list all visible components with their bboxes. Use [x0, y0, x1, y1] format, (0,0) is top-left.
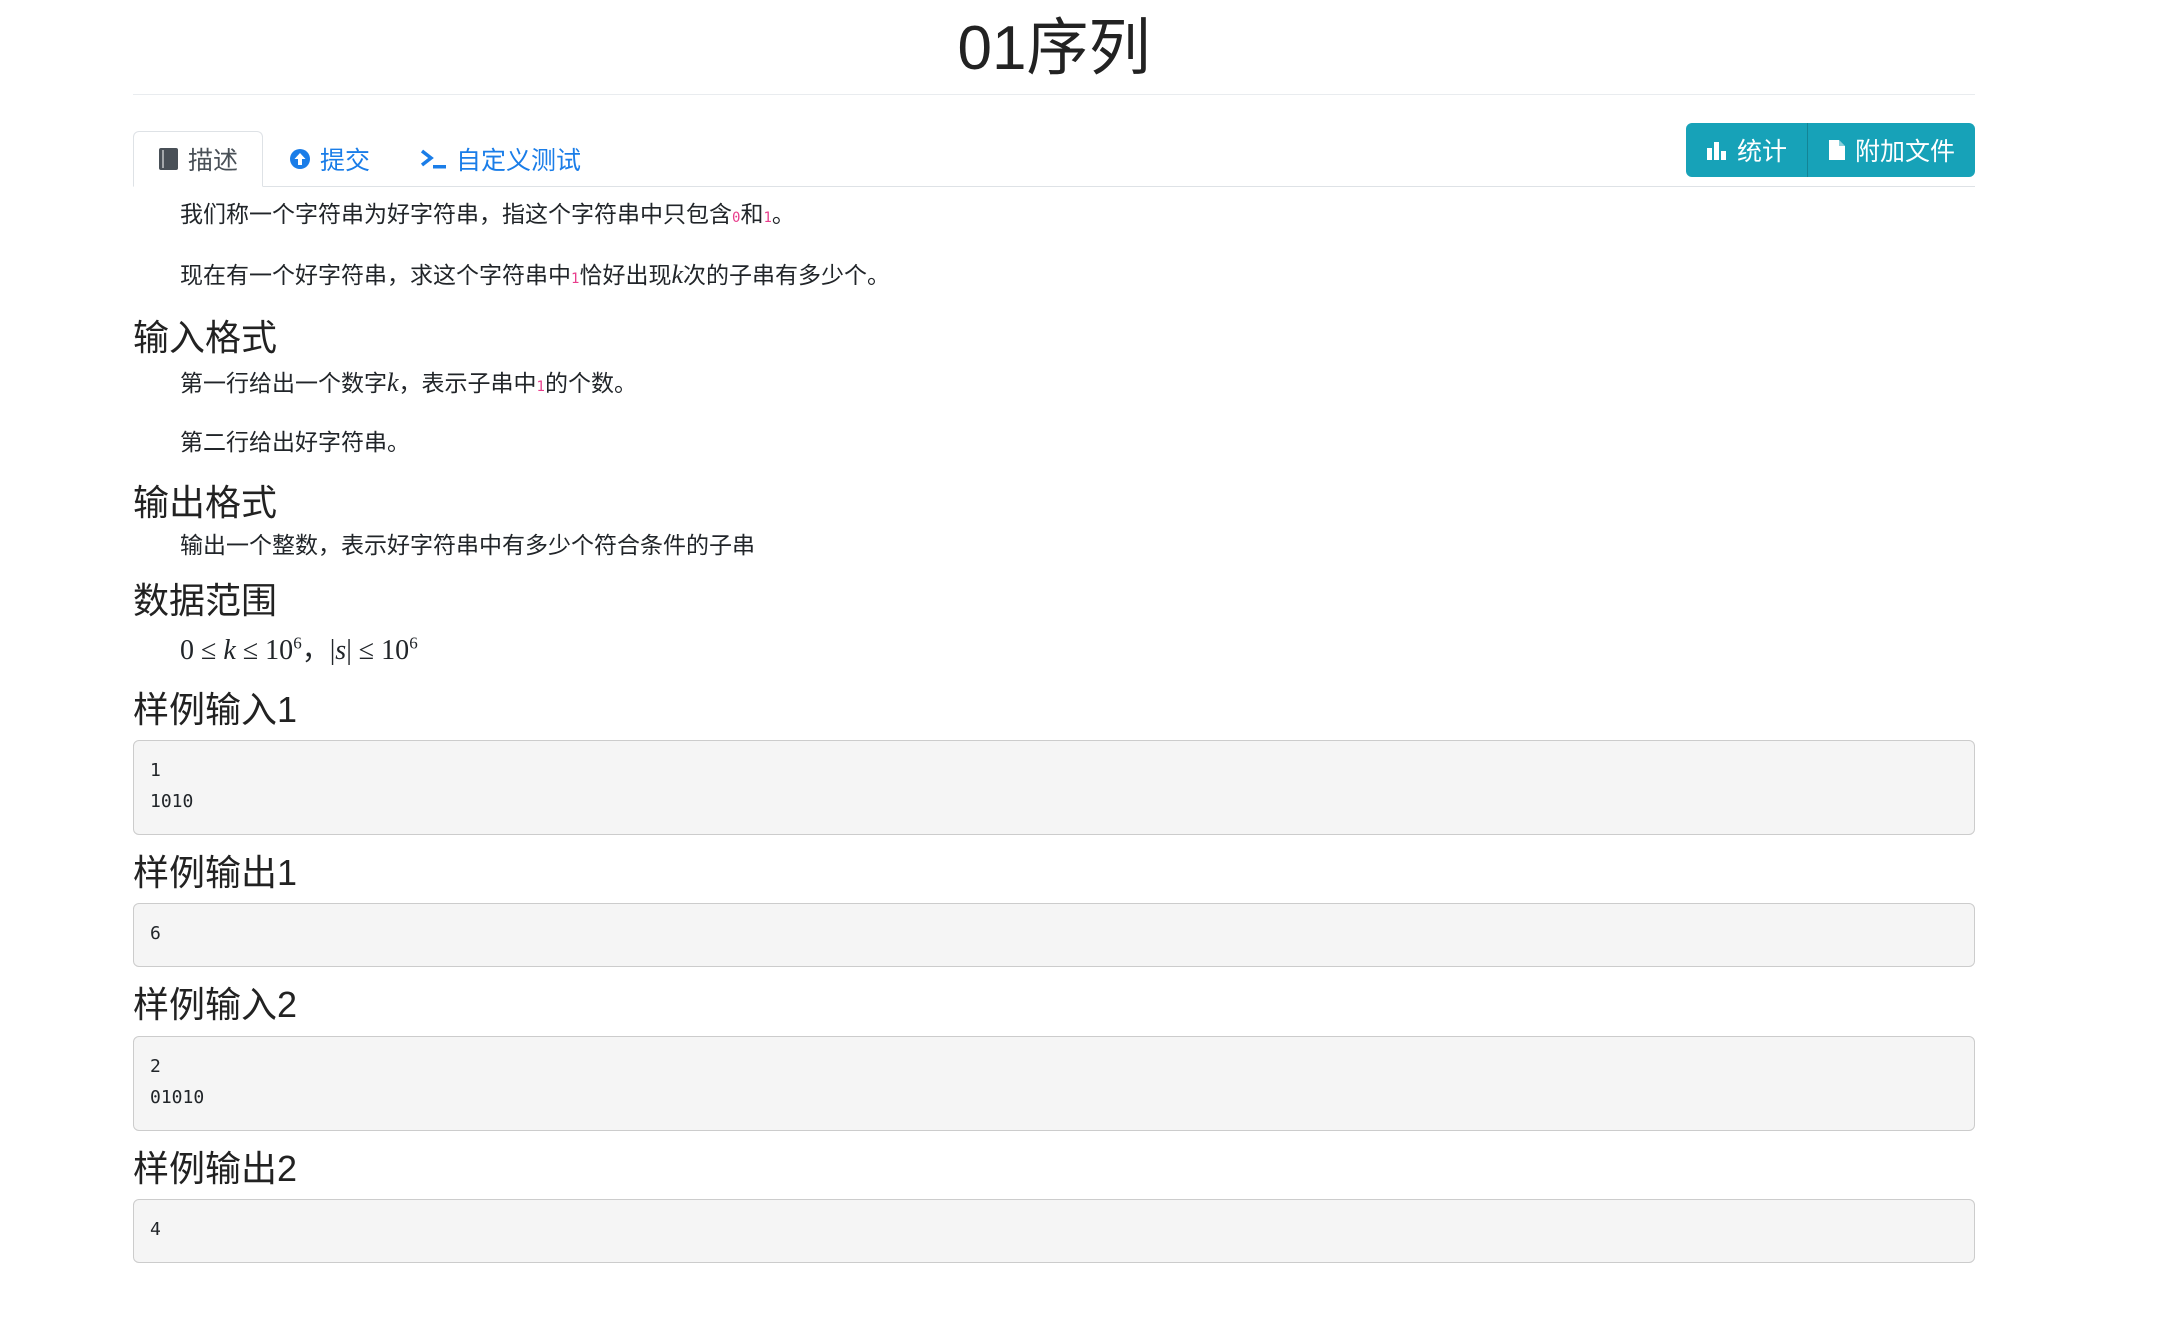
description-paragraph-2: 现在有一个好字符串，求这个字符串中1恰好出现k次的子串有多少个。: [180, 259, 890, 289]
file-icon: [1828, 139, 1846, 161]
sample-input-1-heading: 样例输入1: [133, 689, 298, 731]
tab-label: 自定义测试: [456, 147, 582, 175]
page-title: 01序列: [957, 14, 1151, 83]
math-variable: k: [671, 259, 683, 289]
sample-output-1-heading: 样例输出1: [133, 852, 298, 894]
terminal-icon: [420, 148, 448, 170]
inline-code: 1: [763, 210, 772, 226]
sample-output-2-block: 4: [133, 1198, 1975, 1263]
title-divider: [133, 94, 1975, 95]
input-format-paragraph-2: 第二行给出好字符串。: [180, 428, 410, 455]
tab-label: 提交: [320, 147, 371, 175]
tab-description[interactable]: 描述: [133, 131, 264, 187]
input-format-paragraph-1: 第一行给出一个数字k，表示子串中1的个数。: [180, 367, 637, 397]
book-icon: [158, 147, 180, 171]
sample-output-1-block: 6: [133, 903, 1975, 968]
problem-container: 01序列 描述 提交 自定义测试 统计 附加文件 我们称一个字符串为好字符串，指…: [133, 0, 1975, 1263]
bar-chart-icon: [1706, 140, 1728, 160]
output-format-paragraph: 输出一个整数，表示好字符串中有多少个符合条件的子串: [180, 532, 755, 559]
math-variable: k: [387, 367, 399, 397]
constraints-heading: 数据范围: [133, 579, 278, 621]
statistics-button[interactable]: 统计: [1685, 123, 1808, 177]
action-button-group: 统计 附加文件: [1685, 123, 1975, 177]
tab-label: 描述: [188, 147, 239, 175]
tab-custom-test[interactable]: 自定义测试: [395, 131, 606, 187]
attachments-button[interactable]: 附加文件: [1807, 123, 1975, 177]
statistics-label: 统计: [1736, 138, 1787, 166]
tab-submit[interactable]: 提交: [263, 131, 395, 187]
tab-bar: 描述 提交 自定义测试 统计 附加文件: [133, 123, 1975, 187]
input-format-heading: 输入格式: [133, 316, 278, 358]
description-paragraph-1: 我们称一个字符串为好字符串，指这个字符串中只包含0和1。: [180, 201, 795, 227]
attachments-label: 附加文件: [1854, 138, 1955, 166]
constraints-formula: 0 ≤ k ≤ 106，|s| ≤ 106: [180, 633, 418, 667]
output-format-heading: 输出格式: [133, 482, 278, 524]
sample-input-2-heading: 样例输入2: [133, 984, 298, 1026]
sample-input-1-block: 1 1010: [133, 740, 1975, 836]
sample-input-2-block: 2 01010: [133, 1035, 1975, 1131]
sample-output-2-heading: 样例输出2: [133, 1147, 298, 1189]
inline-code: 1: [536, 378, 545, 395]
upload-circle-icon: [288, 147, 312, 171]
